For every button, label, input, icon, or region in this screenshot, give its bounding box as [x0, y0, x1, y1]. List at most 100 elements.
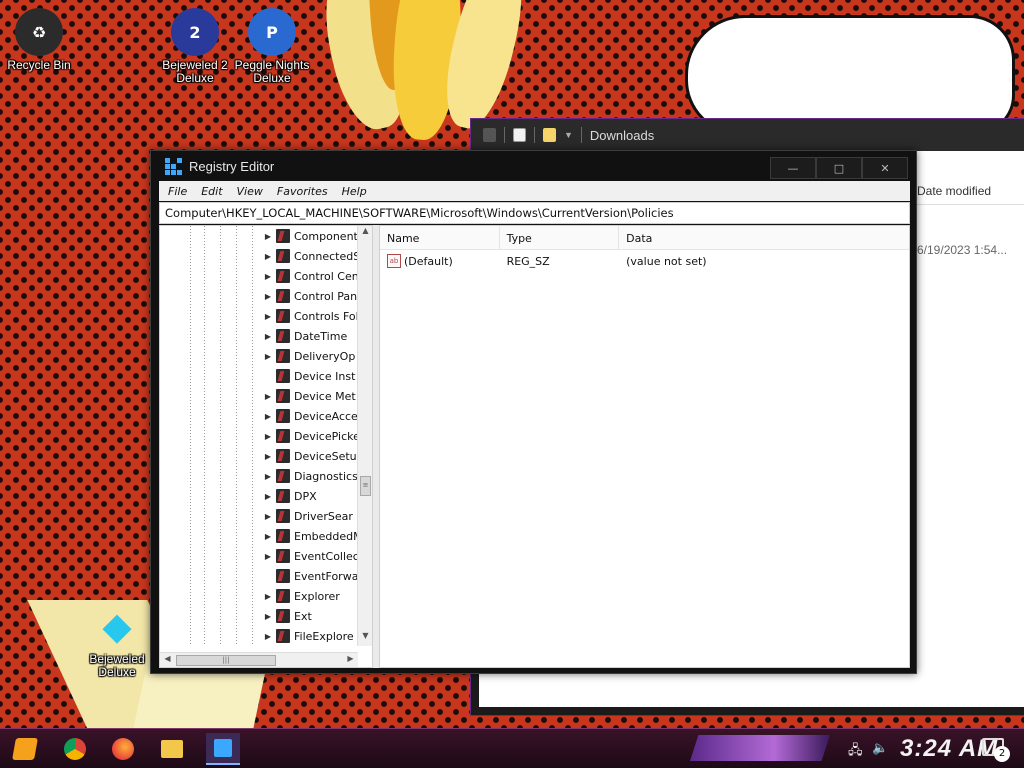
- expand-arrow-icon[interactable]: ▶: [264, 452, 272, 461]
- notification-center-button[interactable]: 2: [982, 738, 1010, 762]
- registry-key-icon: [276, 409, 290, 423]
- expand-arrow-icon[interactable]: ▶: [264, 412, 272, 421]
- tree-item[interactable]: ▶ Ext: [264, 606, 312, 626]
- tree-horizontal-scrollbar[interactable]: ◀ ||| ▶: [160, 652, 358, 667]
- tree-item[interactable]: ▶ Control Cen: [264, 266, 359, 286]
- tree-item[interactable]: ▶ DriverSear: [264, 506, 353, 526]
- expand-arrow-icon[interactable]: ▶: [264, 492, 272, 501]
- tree-item-label: EventForwa: [294, 569, 359, 583]
- minimize-button[interactable]: —: [770, 157, 816, 179]
- desktop-icon-bejeweled-2[interactable]: 2 Bejeweled 2 Deluxe: [156, 8, 234, 85]
- tree-item[interactable]: ▶ FileExplore: [264, 626, 354, 646]
- tree-item[interactable]: Device Inst: [264, 366, 355, 386]
- registry-key-icon: [276, 629, 290, 643]
- expand-arrow-icon[interactable]: ▶: [264, 232, 272, 241]
- menu-file[interactable]: File: [161, 185, 194, 198]
- tree-item-label: Control Cen: [294, 269, 359, 283]
- close-button[interactable]: ✕: [862, 157, 908, 179]
- desktop-icon-recycle-bin[interactable]: ♻ Recycle Bin: [0, 8, 78, 72]
- chevron-down-icon[interactable]: ▼: [564, 130, 573, 140]
- tree-item[interactable]: EventForwa: [264, 566, 358, 586]
- scrollbar-thumb[interactable]: |||: [176, 655, 276, 666]
- expand-arrow-icon[interactable]: ▶: [264, 392, 272, 401]
- tree-item[interactable]: ▶ DevicePicke: [264, 426, 360, 446]
- expand-arrow-icon[interactable]: ▶: [264, 592, 272, 601]
- scroll-right-arrow-icon[interactable]: ▶: [343, 654, 358, 663]
- scroll-left-arrow-icon[interactable]: ◀: [160, 654, 175, 663]
- expand-arrow-icon[interactable]: ▶: [264, 472, 272, 481]
- menu-view[interactable]: View: [230, 185, 270, 198]
- expand-arrow-icon[interactable]: ▶: [264, 512, 272, 521]
- regedit-title: Registry Editor: [189, 158, 275, 174]
- desktop-icon-bejeweled[interactable]: ◆ Bejeweled Deluxe: [78, 602, 156, 679]
- column-header-type[interactable]: Type: [499, 226, 620, 249]
- expand-arrow-icon[interactable]: ▶: [264, 632, 272, 641]
- taskbar-firefox[interactable]: [106, 733, 140, 765]
- key-tree[interactable]: ▶ Component ▶ ConnectedS ▶ Control Cen ▶ Contro…: [159, 225, 373, 668]
- registry-key-icon: [276, 249, 290, 263]
- maximize-button[interactable]: □: [816, 157, 862, 179]
- expand-arrow-icon[interactable]: ▶: [264, 352, 272, 361]
- taskbar-file-explorer[interactable]: [155, 733, 189, 765]
- tree-vertical-scrollbar[interactable]: ▲ ≡ ▼: [357, 226, 372, 646]
- expand-arrow-icon[interactable]: ▶: [264, 612, 272, 621]
- tree-item[interactable]: ▶ DeviceSetu: [264, 446, 357, 466]
- expand-arrow-icon[interactable]: ▶: [264, 272, 272, 281]
- taskbar-decoration: [690, 735, 830, 761]
- expand-arrow-icon[interactable]: ▶: [264, 312, 272, 321]
- menu-bar: File Edit View Favorites Help: [159, 181, 910, 201]
- expand-arrow-icon[interactable]: ▶: [264, 432, 272, 441]
- tree-item[interactable]: ▶ DateTime: [264, 326, 347, 346]
- folder-icon: [161, 740, 183, 758]
- taskbar-registry-editor[interactable]: [206, 733, 240, 765]
- tree-item[interactable]: ▶ Component: [264, 226, 358, 246]
- tree-item[interactable]: ▶ DPX: [264, 486, 317, 506]
- tree-item[interactable]: ▶ ConnectedS: [264, 246, 360, 266]
- tree-item[interactable]: ▶ EventCollec: [264, 546, 359, 566]
- quick-access-icon[interactable]: [483, 128, 496, 142]
- explorer-titlebar[interactable]: ▼ Downloads: [471, 119, 1024, 151]
- network-icon[interactable]: 🖧: [848, 741, 863, 763]
- tree-item[interactable]: ▶ Device Met: [264, 386, 356, 406]
- start-button[interactable]: [8, 733, 42, 765]
- menu-help[interactable]: Help: [335, 185, 374, 198]
- tree-item[interactable]: ▶ DeviceAcce: [264, 406, 358, 426]
- column-header-date-modified[interactable]: Date modified: [907, 177, 1024, 205]
- column-header-name[interactable]: Name: [380, 226, 500, 249]
- column-header-data[interactable]: Data: [619, 226, 909, 249]
- scroll-down-arrow-icon[interactable]: ▼: [358, 631, 372, 646]
- tree-item-label: Diagnostics: [294, 469, 358, 483]
- taskbar-chrome[interactable]: [58, 733, 92, 765]
- value-row[interactable]: ab (Default) REG_SZ (value not set): [380, 250, 909, 272]
- desktop-icon-peggle-nights[interactable]: P Peggle Nights Deluxe: [233, 8, 311, 85]
- address-bar[interactable]: Computer\HKEY_LOCAL_MACHINE\SOFTWARE\Mic…: [159, 202, 910, 224]
- volume-muted-icon[interactable]: 🔈: [872, 741, 888, 756]
- expand-arrow-icon[interactable]: ▶: [264, 252, 272, 261]
- registry-key-icon: [276, 229, 290, 243]
- tree-item[interactable]: ▶ Explorer: [264, 586, 340, 606]
- tree-item[interactable]: ▶ Diagnostics: [264, 466, 358, 486]
- scroll-up-arrow-icon[interactable]: ▲: [358, 226, 372, 241]
- registry-key-icon: [276, 569, 290, 583]
- expand-arrow-icon[interactable]: ▶: [264, 532, 272, 541]
- tree-item[interactable]: ▶ DeliveryOp: [264, 346, 355, 366]
- tree-item[interactable]: ▶ Controls Fol: [264, 306, 359, 326]
- expand-arrow-icon[interactable]: ▶: [264, 552, 272, 561]
- values-list[interactable]: Name Type Data ab (Default) REG_SZ (valu…: [379, 225, 910, 668]
- tree-item[interactable]: ▶ EmbeddedM: [264, 526, 363, 546]
- registry-key-icon: [276, 489, 290, 503]
- expand-arrow-icon[interactable]: ▶: [264, 292, 272, 301]
- notification-count: 2: [994, 746, 1010, 762]
- registry-key-icon: [276, 449, 290, 463]
- desktop-icon-label: Deluxe: [176, 71, 214, 85]
- tree-item[interactable]: ▶ Control Pan: [264, 286, 357, 306]
- scrollbar-thumb[interactable]: ≡: [360, 476, 371, 496]
- menu-favorites[interactable]: Favorites: [270, 185, 335, 198]
- desktop-icon-label: Deluxe: [98, 665, 136, 679]
- registry-editor-window[interactable]: Registry Editor — □ ✕ File Edit View Fav…: [150, 150, 917, 674]
- recycle-bin-icon: ♻: [15, 8, 63, 56]
- expand-arrow-icon[interactable]: ▶: [264, 332, 272, 341]
- properties-icon[interactable]: [513, 128, 526, 142]
- file-row-date[interactable]: 6/19/2023 1:54...: [907, 243, 1024, 261]
- menu-edit[interactable]: Edit: [194, 185, 229, 198]
